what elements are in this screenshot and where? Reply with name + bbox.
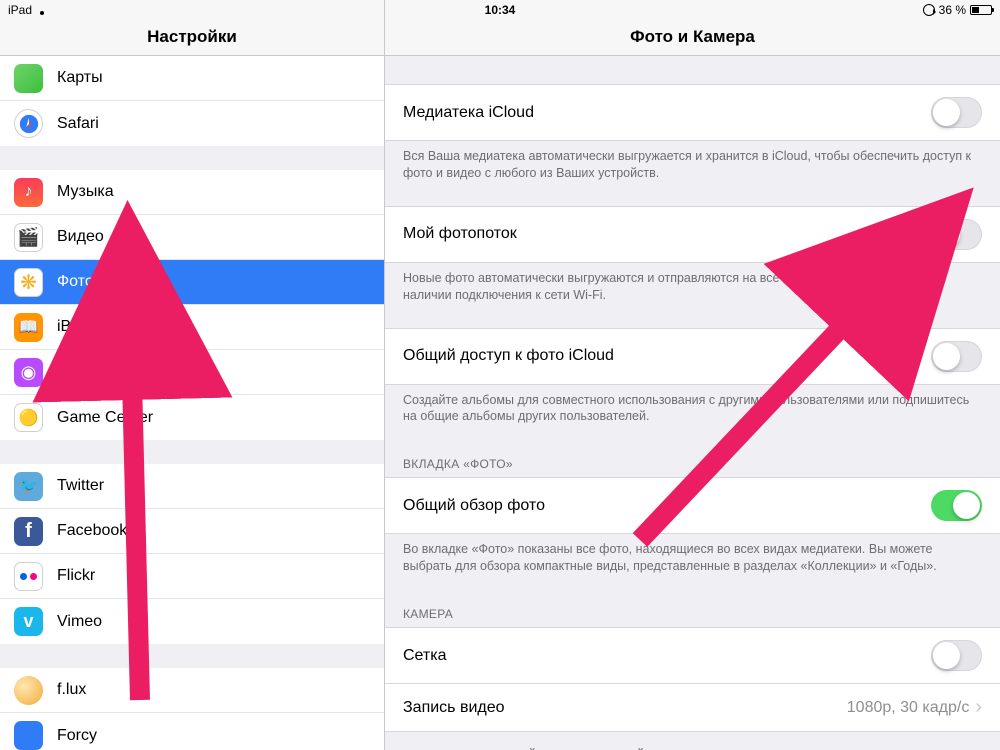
- row-footer: Новые фото автоматически выгружаются и о…: [385, 263, 1000, 320]
- sidebar-item-label: Facebook: [57, 522, 384, 540]
- battery-text: 36 %: [939, 3, 966, 17]
- sidebar-item-gamecenter[interactable]: Game Center: [0, 395, 384, 440]
- sidebar-item-label: Flickr: [57, 567, 384, 585]
- toggle-icloud-sharing[interactable]: [931, 341, 982, 372]
- sidebar-item-forcy[interactable]: Forcy: [0, 713, 384, 750]
- forcy-icon: [14, 721, 43, 750]
- sidebar-item-podcasts[interactable]: Подкасты: [0, 350, 384, 395]
- row-label: Медиатека iCloud: [403, 104, 931, 122]
- chevron-right-icon: ›: [975, 696, 982, 719]
- row-label: Общий доступ к фото iCloud: [403, 347, 931, 365]
- row-photo-stream[interactable]: Мой фотопоток: [385, 206, 1000, 263]
- toggle-grid[interactable]: [931, 640, 982, 671]
- status-bar: iPad 10:34 36 %: [0, 0, 1000, 20]
- sidebar-item-twitter[interactable]: Twitter: [0, 464, 384, 509]
- sidebar-item-label: Vimeo: [57, 613, 384, 631]
- row-summary[interactable]: Общий обзор фото: [385, 477, 1000, 534]
- sidebar-item-flickr[interactable]: Flickr: [0, 554, 384, 599]
- detail-pane: Медиатека iCloud Вся Ваша медиатека авто…: [385, 56, 1000, 750]
- maps-icon: [14, 64, 43, 93]
- wifi-icon: [36, 4, 48, 16]
- sidebar-item-label: Музыка: [57, 183, 384, 201]
- sidebar-item-label: Подкасты: [57, 363, 384, 381]
- row-label: Сетка: [403, 647, 931, 665]
- sidebar-item-videos[interactable]: Видео: [0, 215, 384, 260]
- videos-icon: [14, 223, 43, 252]
- toggle-icloud-library[interactable]: [931, 97, 982, 128]
- safari-icon: [14, 109, 43, 138]
- row-footer: Вся Ваша медиатека автоматически выгружа…: [385, 141, 1000, 198]
- section-header-photos-tab: ВКЛАДКА «ФОТО»: [385, 449, 1000, 477]
- clock: 10:34: [336, 3, 664, 17]
- sidebar-item-music[interactable]: ♪ Музыка: [0, 170, 384, 215]
- photos-icon: [14, 268, 43, 297]
- facebook-icon: [14, 517, 43, 546]
- section-header-hdr: HDR (РАСШИРЕННЫЙ ДИНАМИЧЕСКИЙ ДИАПАЗОН): [385, 740, 1000, 750]
- sidebar-item-label: Карты: [57, 69, 384, 87]
- row-label: Запись видео: [403, 699, 847, 717]
- sidebar-item-label: Видео: [57, 228, 384, 246]
- sidebar-item-label: iBooks: [57, 318, 384, 336]
- row-icloud-sharing[interactable]: Общий доступ к фото iCloud: [385, 328, 1000, 385]
- sidebar-item-label: Game Center: [57, 409, 384, 427]
- row-footer: Во вкладке «Фото» показаны все фото, нах…: [385, 534, 1000, 591]
- sidebar-item-facebook[interactable]: Facebook: [0, 509, 384, 554]
- music-icon: ♪: [14, 178, 43, 207]
- sidebar-item-label: Фото и Камера: [57, 273, 384, 291]
- vimeo-icon: [14, 607, 43, 636]
- ibooks-icon: [14, 313, 43, 342]
- orientation-lock-icon: [923, 4, 935, 16]
- sidebar-item-maps[interactable]: Карты: [0, 56, 384, 101]
- row-grid[interactable]: Сетка: [385, 627, 1000, 684]
- row-label: Общий обзор фото: [403, 497, 931, 515]
- toggle-summary[interactable]: [931, 490, 982, 521]
- settings-sidebar: Карты Safari ♪ Музыка Видео: [0, 56, 385, 750]
- sidebar-item-vimeo[interactable]: Vimeo: [0, 599, 384, 644]
- podcasts-icon: [14, 358, 43, 387]
- sidebar-item-label: Safari: [57, 115, 384, 133]
- row-value: 1080p, 30 кадр/с: [847, 699, 970, 717]
- sidebar-item-label: Forcy: [57, 727, 384, 745]
- sidebar-item-flux[interactable]: f.lux: [0, 668, 384, 713]
- flux-icon: [14, 676, 43, 705]
- row-icloud-library[interactable]: Медиатека iCloud: [385, 84, 1000, 141]
- sidebar-item-label: f.lux: [57, 681, 384, 699]
- gamecenter-icon: [14, 403, 43, 432]
- device-label: iPad: [8, 3, 32, 17]
- battery-icon: [970, 5, 992, 15]
- row-label: Мой фотопоток: [403, 225, 931, 243]
- row-footer: Создайте альбомы для совместного использ…: [385, 385, 1000, 442]
- sidebar-item-photos[interactable]: Фото и Камера: [0, 260, 384, 305]
- sidebar-item-ibooks[interactable]: iBooks: [0, 305, 384, 350]
- sidebar-item-label: Twitter: [57, 477, 384, 495]
- section-header-camera: КАМЕРА: [385, 599, 1000, 627]
- toggle-photo-stream[interactable]: [931, 219, 982, 250]
- twitter-icon: [14, 472, 43, 501]
- row-record-video[interactable]: Запись видео 1080p, 30 кадр/с ›: [385, 684, 1000, 732]
- flickr-icon: [14, 562, 43, 591]
- sidebar-item-safari[interactable]: Safari: [0, 101, 384, 146]
